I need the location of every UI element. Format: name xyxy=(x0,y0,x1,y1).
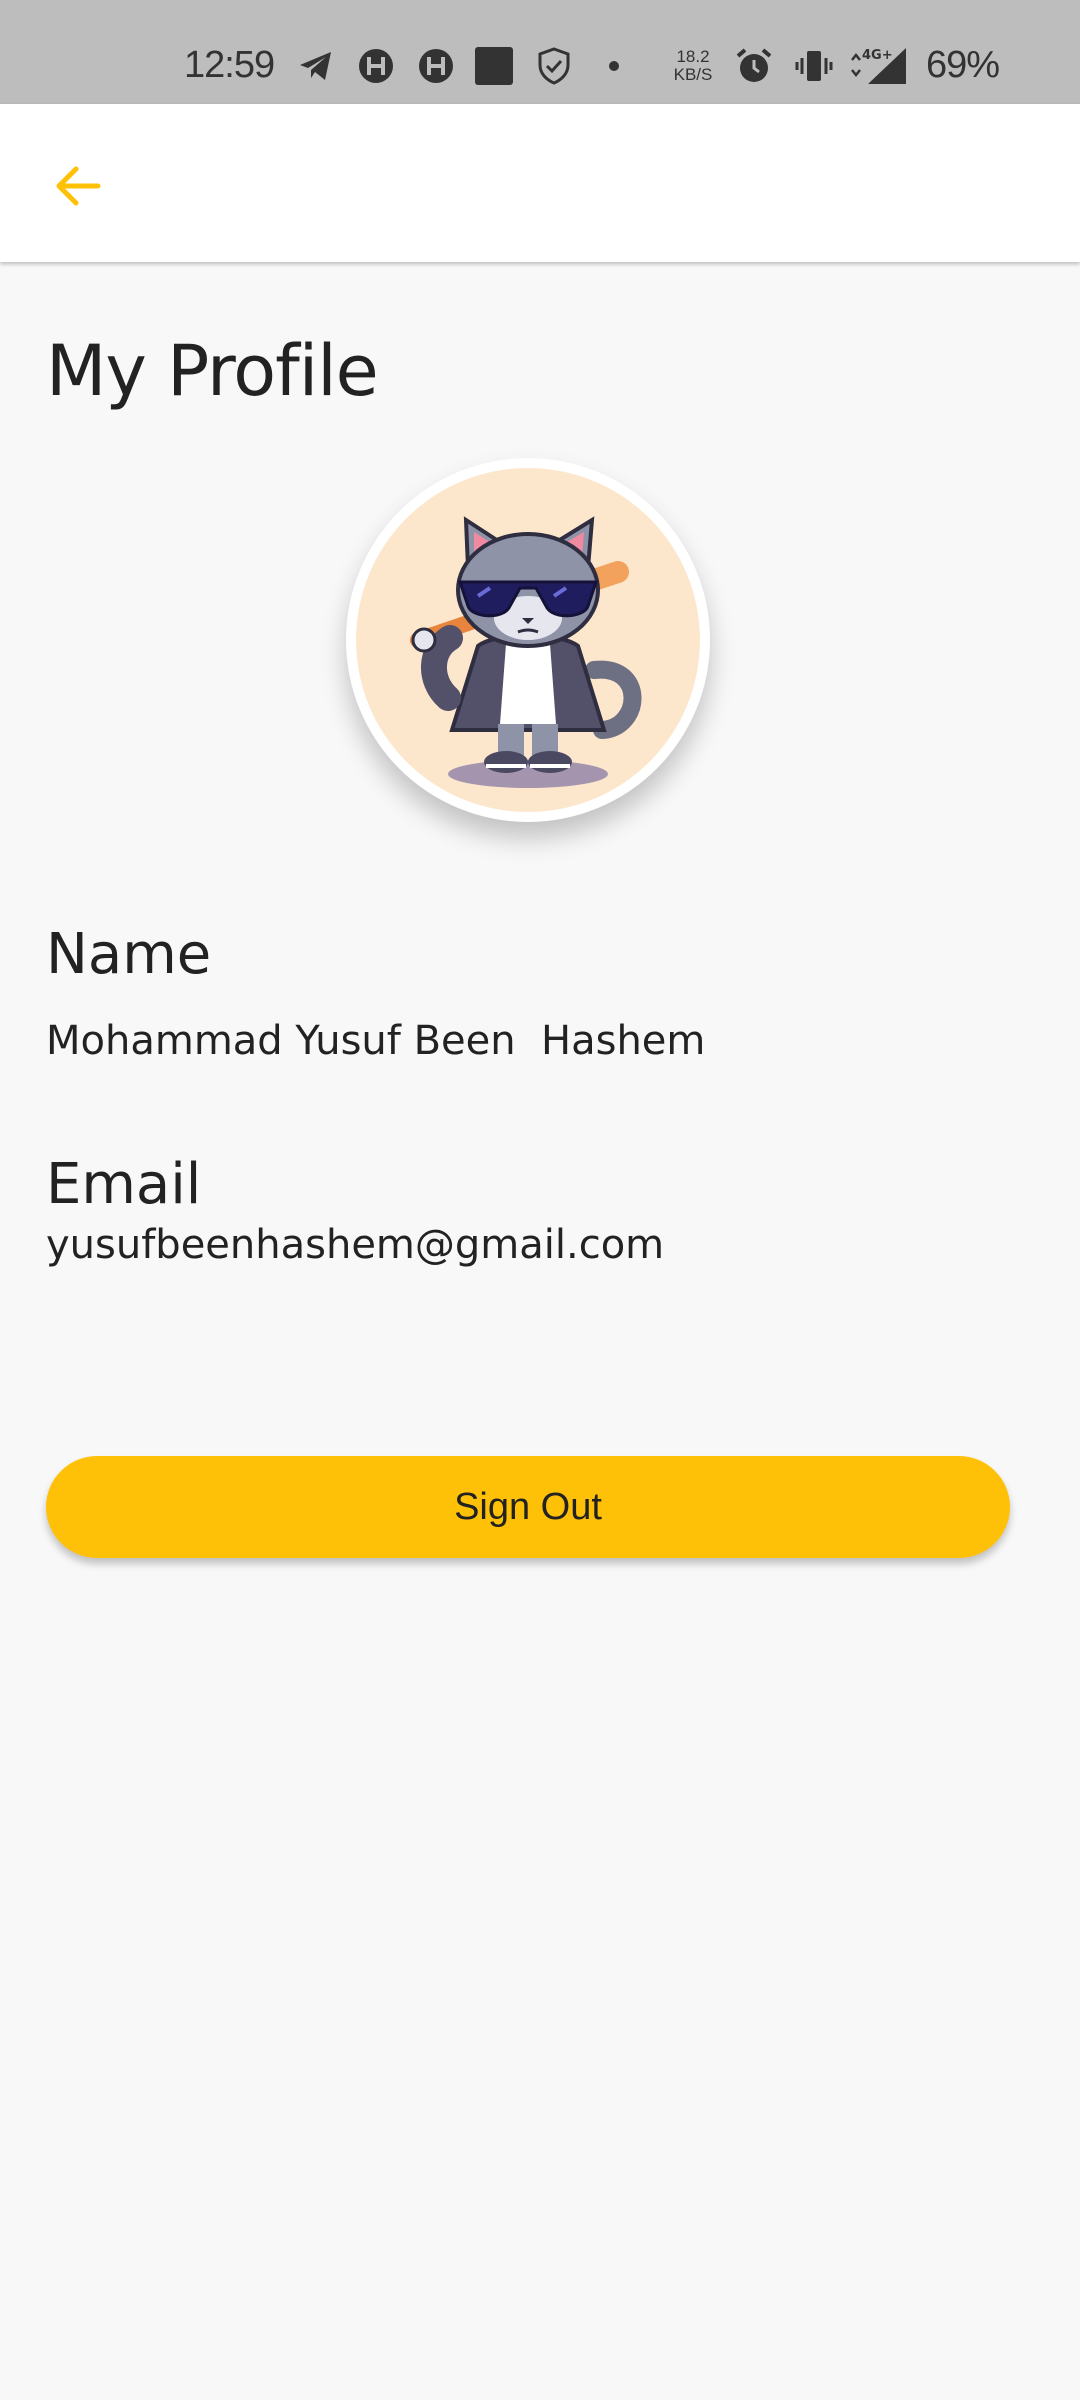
h-app-icon xyxy=(359,49,393,83)
sign-out-button[interactable]: Sign Out xyxy=(46,1456,1010,1558)
h-app-icon xyxy=(419,49,453,83)
alarm-icon xyxy=(736,48,772,82)
name-label: Name xyxy=(46,922,212,987)
dot-icon xyxy=(609,61,619,71)
back-button[interactable] xyxy=(40,148,116,224)
network-speed: 18.2 KB/S xyxy=(670,48,716,84)
status-time: 12:59 xyxy=(184,44,275,86)
network-speed-unit: KB/S xyxy=(673,65,713,84)
email-value: yusufbeenhashem@gmail.com xyxy=(46,1222,665,1268)
email-label: Email xyxy=(46,1152,202,1217)
battery-level: 69% xyxy=(926,44,1000,86)
cat-illustration xyxy=(410,516,642,788)
avatar-image xyxy=(356,468,700,812)
square-app-icon xyxy=(475,47,513,85)
name-value: Mohammad Yusuf Been Hashem xyxy=(46,1018,706,1064)
network-speed-value: 18.2 xyxy=(676,47,710,66)
avatar xyxy=(346,458,710,822)
status-bar: 12:59 18.2 KB/S 4G+ 69% xyxy=(0,0,1080,104)
svg-text:4G+: 4G+ xyxy=(862,48,893,63)
app-bar xyxy=(0,104,1080,262)
page-title: My Profile xyxy=(46,330,379,412)
signal-4g-icon: 4G+ xyxy=(851,48,906,84)
vibrate-icon xyxy=(795,51,833,81)
arrow-left-icon xyxy=(56,166,101,206)
telegram-icon xyxy=(300,52,331,80)
shield-icon xyxy=(538,47,570,85)
